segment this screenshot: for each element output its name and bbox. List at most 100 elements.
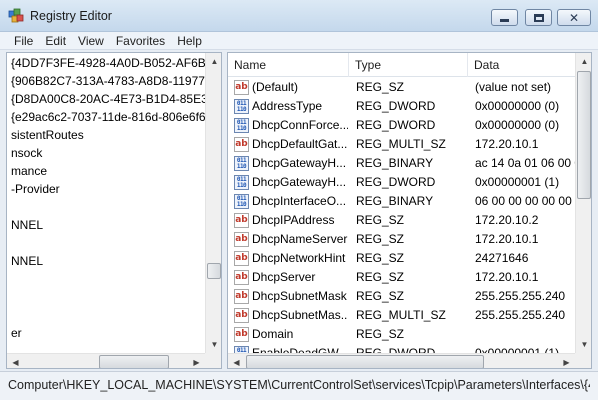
- window-title: Registry Editor: [30, 9, 112, 23]
- table-row[interactable]: ab DhcpSubnetMask REG_SZ 255.255.255.240: [228, 287, 575, 306]
- list-header: Name Type Data: [228, 53, 575, 77]
- value-type: REG_SZ: [356, 270, 405, 284]
- table-row[interactable]: 011 110 AddressType REG_DWORD 0x00000000 (0): [228, 97, 575, 116]
- scroll-right-arrow-icon[interactable]: ▶: [188, 354, 205, 368]
- value-type: REG_SZ: [356, 80, 405, 94]
- value-name: DhcpGatewayH...: [252, 156, 347, 170]
- table-row[interactable]: ab DhcpNetworkHint REG_SZ 24271646: [228, 249, 575, 268]
- list-horizontal-scrollbar[interactable]: ◀ ▶: [228, 353, 575, 368]
- menu-help[interactable]: Help: [171, 34, 208, 48]
- tree-node[interactable]: nsock: [11, 145, 42, 161]
- value-data: [475, 325, 575, 344]
- tree-hscroll-thumb[interactable]: [99, 355, 169, 368]
- tree-vscroll-thumb[interactable]: [207, 263, 221, 279]
- value-data: (value not set): [475, 80, 552, 94]
- tree-horizontal-scrollbar[interactable]: ◀ ▶: [7, 353, 205, 368]
- value-data: 0x00000000 (0): [475, 99, 560, 113]
- tree-node[interactable]: er: [11, 325, 22, 341]
- value-name: DhcpNameServer: [252, 232, 348, 246]
- table-row[interactable]: ab Domain REG_SZ: [228, 325, 575, 344]
- scroll-left-arrow-icon[interactable]: ◀: [7, 354, 24, 368]
- registry-tree[interactable]: {4DD7F3FE-4928-4A0D-B052-AF6B194 {906B82C…: [6, 52, 222, 369]
- values-list[interactable]: Name Type Data ab (Default) REG_SZ (value n…: [227, 52, 592, 369]
- string-value-icon: ab: [234, 270, 249, 285]
- list-hscroll-thumb[interactable]: [246, 355, 484, 368]
- close-button[interactable]: ✕: [557, 9, 591, 26]
- scroll-down-arrow-icon[interactable]: ▼: [576, 336, 591, 353]
- value-type: REG_BINARY: [356, 194, 434, 208]
- tree-node[interactable]: {e29ac6c2-7037-11de-816d-806e6f6e: [11, 109, 205, 125]
- binary-value-icon: 011110: [234, 346, 249, 353]
- list-vertical-scrollbar[interactable]: ▲ ▼: [575, 53, 591, 353]
- string-value-icon: ab: [234, 251, 249, 266]
- value-type: REG_SZ: [356, 251, 405, 265]
- tree-node[interactable]: NNEL: [11, 253, 43, 269]
- table-row[interactable]: 011 110 DhcpConnForce... REG_DWORD 0x0000000…: [228, 116, 575, 135]
- value-name: (Default): [252, 80, 299, 94]
- column-header-data[interactable]: Data: [468, 53, 575, 77]
- value-data: 0x00000001 (1): [475, 175, 560, 189]
- tree-vertical-scrollbar[interactable]: ▲ ▼: [205, 53, 221, 353]
- tree-node[interactable]: {D8DA00C8-20AC-4E73-B1D4-85E343: [11, 91, 205, 107]
- menu-edit[interactable]: Edit: [39, 34, 72, 48]
- tree-content: {4DD7F3FE-4928-4A0D-B052-AF6B194 {906B82C…: [7, 53, 205, 353]
- title-bar[interactable]: Registry Editor ✕: [0, 0, 598, 32]
- list-vscroll-thumb[interactable]: [577, 71, 591, 199]
- value-data: 172.20.10.1: [475, 232, 539, 246]
- binary-value-icon: 011110: [234, 156, 249, 171]
- value-data: 172.20.10.1: [475, 137, 539, 151]
- value-type: REG_SZ: [356, 289, 405, 303]
- value-data: 06 00 00 00 00 00 00: [475, 194, 575, 208]
- binary-value-icon: 011110: [234, 118, 249, 133]
- value-type: REG_DWORD: [356, 99, 436, 113]
- scroll-right-arrow-icon[interactable]: ▶: [558, 354, 575, 368]
- tree-node[interactable]: sistentRoutes: [11, 127, 84, 143]
- table-row[interactable]: 011 110 DhcpGatewayH... REG_BINARY ac 14 0a …: [228, 154, 575, 173]
- value-name: AddressType: [252, 99, 323, 113]
- table-row[interactable]: 011110EnableDeadGW... REG_DWORD 0x00000001…: [228, 344, 575, 353]
- scroll-left-arrow-icon[interactable]: ◀: [228, 354, 245, 368]
- table-row[interactable]: ab DhcpServer REG_SZ 172.20.10.1: [228, 268, 575, 287]
- client-area: {4DD7F3FE-4928-4A0D-B052-AF6B194 {906B82C…: [0, 50, 598, 371]
- table-row[interactable]: 011 110 DhcpInterfaceO... REG_BINARY 06 00 0…: [228, 192, 575, 211]
- tree-node[interactable]: -Provider: [11, 181, 60, 197]
- value-type: REG_SZ: [356, 327, 405, 341]
- tree-node[interactable]: mance: [11, 163, 47, 179]
- value-name: DhcpSubnetMas...: [252, 308, 348, 322]
- binary-value-icon: 011110: [234, 99, 249, 114]
- table-row[interactable]: ab DhcpIPAddress REG_SZ 172.20.10.2: [228, 211, 575, 230]
- value-name: EnableDeadGW...: [252, 346, 348, 353]
- binary-value-icon: 011110: [234, 175, 249, 190]
- tree-node[interactable]: {4DD7F3FE-4928-4A0D-B052-AF6B194: [11, 55, 205, 71]
- menu-view[interactable]: View: [72, 34, 110, 48]
- close-icon: ✕: [568, 10, 580, 25]
- value-type: REG_BINARY: [356, 156, 434, 170]
- column-header-type[interactable]: Type: [349, 53, 468, 77]
- scroll-down-arrow-icon[interactable]: ▼: [206, 336, 221, 353]
- value-name: DhcpInterfaceO...: [252, 194, 347, 208]
- string-value-icon: ab: [234, 232, 249, 247]
- value-data: 172.20.10.2: [475, 213, 539, 227]
- menu-favorites[interactable]: Favorites: [110, 34, 171, 48]
- table-row[interactable]: ab DhcpSubnetMas... REG_MULTI_SZ 255.255.25…: [228, 306, 575, 325]
- table-row[interactable]: ab DhcpNameServer REG_SZ 172.20.10.1: [228, 230, 575, 249]
- value-data: 24271646: [475, 251, 529, 265]
- value-name: DhcpSubnetMask: [252, 289, 347, 303]
- tree-node[interactable]: NNEL: [11, 217, 43, 233]
- table-row[interactable]: 011 110 DhcpGatewayH... REG_DWORD 0x00000001…: [228, 173, 575, 192]
- scroll-up-arrow-icon[interactable]: ▲: [206, 53, 221, 70]
- table-row[interactable]: ab (Default) REG_SZ (value not set): [228, 78, 575, 97]
- value-type: REG_MULTI_SZ: [356, 308, 446, 322]
- value-type: REG_DWORD: [356, 346, 436, 353]
- value-name: DhcpIPAddress: [252, 213, 335, 227]
- table-row[interactable]: ab DhcpDefaultGat... REG_MULTI_SZ 172.20.10…: [228, 135, 575, 154]
- maximize-button[interactable]: [525, 9, 552, 26]
- registry-path: Computer\HKEY_LOCAL_MACHINE\SYSTEM\Curre…: [8, 378, 590, 392]
- tree-node[interactable]: {906B82C7-313A-4783-A8D8-1197736: [11, 73, 205, 89]
- column-header-name[interactable]: Name: [228, 53, 349, 77]
- value-name: DhcpGatewayH...: [252, 175, 347, 189]
- scroll-up-arrow-icon[interactable]: ▲: [576, 53, 591, 70]
- minimize-button[interactable]: [491, 9, 518, 26]
- value-name: DhcpDefaultGat...: [252, 137, 348, 151]
- menu-file[interactable]: File: [8, 34, 39, 48]
